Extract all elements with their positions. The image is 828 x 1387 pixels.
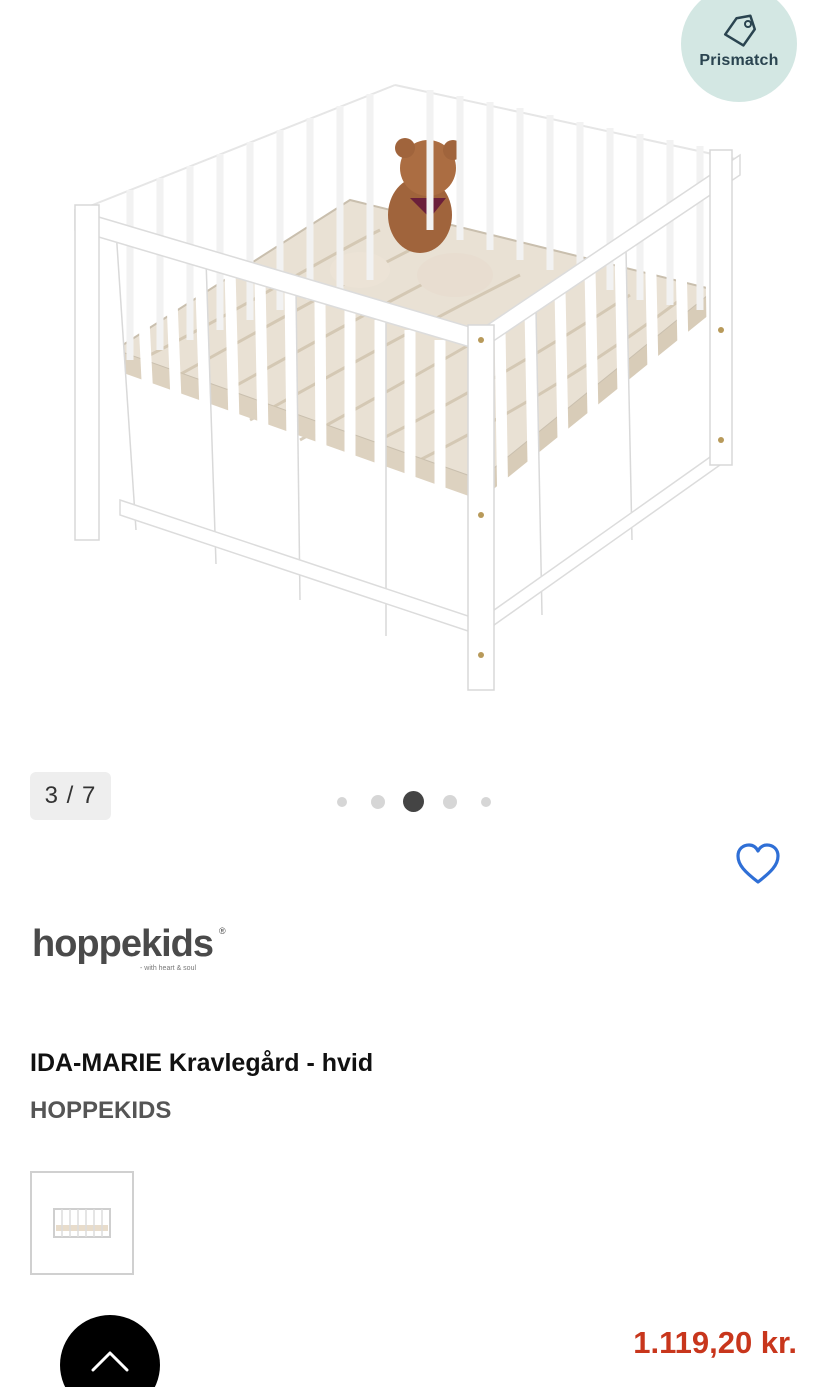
- price-tag-icon: [723, 14, 757, 47]
- svg-text:®: ®: [219, 926, 226, 936]
- product-title: IDA-MARIE Kravlegård - hvid: [30, 1049, 374, 1077]
- pagination-dot[interactable]: [337, 797, 347, 807]
- pagination-dot[interactable]: [443, 795, 457, 809]
- scroll-to-top-button[interactable]: [60, 1315, 160, 1387]
- pagination-dot-active[interactable]: [403, 791, 424, 812]
- chevron-up-icon: [91, 1351, 129, 1372]
- product-price: 1.119,20 kr.: [633, 1325, 797, 1360]
- heart-icon[interactable]: [735, 842, 781, 888]
- svg-text:- with heart & soul: - with heart & soul: [140, 965, 196, 972]
- brand-logo[interactable]: hoppekids ® - with heart & soul: [30, 918, 240, 976]
- product-brand[interactable]: HOPPEKIDS: [30, 1097, 171, 1125]
- product-image[interactable]: [60, 60, 760, 710]
- pagination-dot[interactable]: [481, 797, 491, 807]
- prismatch-label: Prismatch: [699, 52, 779, 69]
- thumbnail-image: [53, 1208, 111, 1238]
- pagination-dot[interactable]: [371, 795, 385, 809]
- product-thumbnail[interactable]: [30, 1171, 134, 1275]
- svg-text:hoppekids: hoppekids: [32, 923, 213, 965]
- gallery-pagination: [0, 790, 828, 814]
